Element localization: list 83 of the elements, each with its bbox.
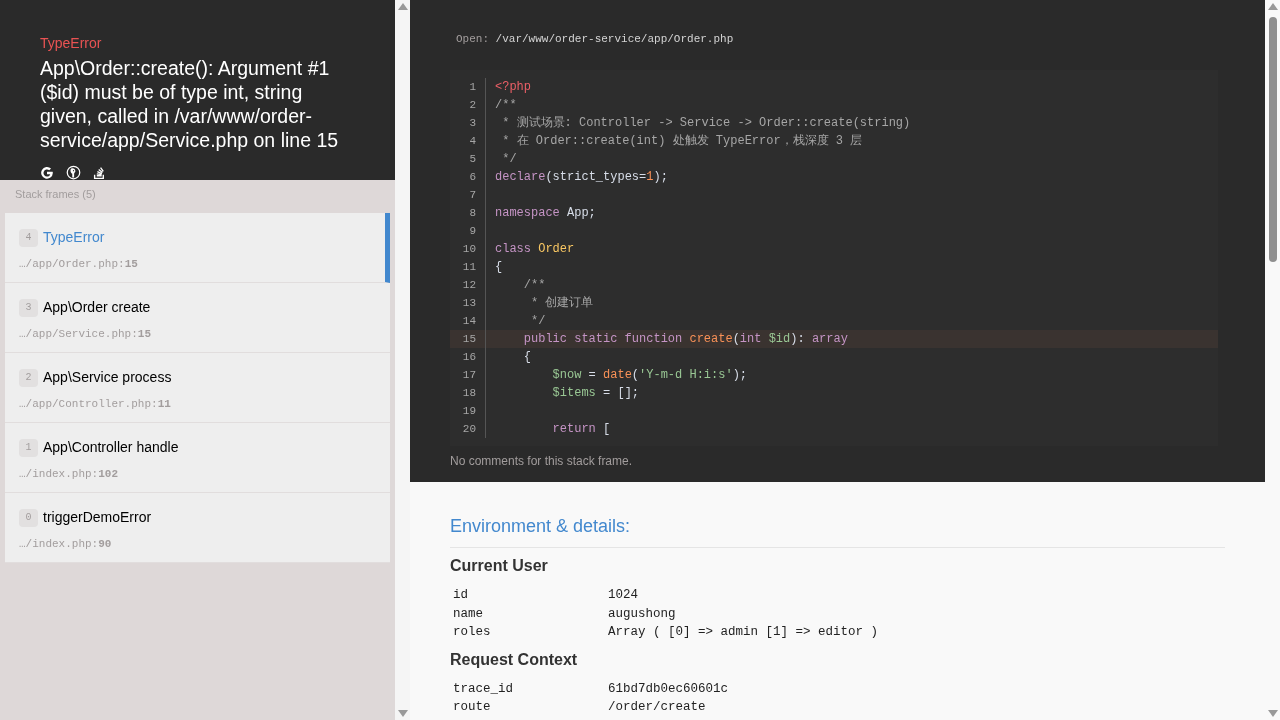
detail-key: roles — [453, 623, 608, 642]
detail-key: trace_id — [453, 679, 608, 698]
up-arrow-icon[interactable] — [1267, 3, 1278, 10]
frame-comments: No comments for this stack frame. — [450, 453, 634, 470]
up-arrow-icon[interactable] — [397, 3, 408, 10]
frame-title: App\Controller handle — [43, 438, 179, 457]
frame-file: …/index.php:102 — [19, 467, 120, 482]
frame-index: 1 — [19, 438, 38, 457]
frame-index: 2 — [19, 368, 38, 387]
detail-key: name — [453, 604, 608, 623]
detail-key: route — [453, 698, 608, 717]
code-line: public static function create(int $id): array — [522, 331, 848, 348]
line-number: 9 — [450, 222, 486, 240]
detail-key: id — [453, 586, 608, 605]
section-heading: Current User — [450, 556, 549, 576]
frame-file: …/app/Order.php:15 — [19, 257, 139, 272]
line-number: 20 — [450, 420, 486, 438]
line-number: 4 — [450, 132, 486, 150]
line-number: 16 — [450, 348, 486, 366]
frame-title: triggerDemoError — [43, 508, 152, 527]
stack-frame[interactable]: 3 App\Order create …/app/Service.php:15 — [5, 283, 390, 353]
frame-title: App\Order create — [43, 298, 151, 317]
detail-value: Array ( [0] => admin [1] => editor ) — [608, 624, 879, 641]
code-line: * 测试场景: Controller -> Service -> Order::create(string) — [501, 115, 911, 132]
line-number: 6 — [450, 168, 486, 186]
code-line: namespace App; — [494, 205, 596, 222]
code-line: return [ — [551, 421, 611, 438]
down-arrow-icon[interactable] — [397, 710, 408, 717]
line-number: 2 — [450, 96, 486, 114]
code-line: * 创建订单 — [530, 295, 594, 312]
stack-frame[interactable]: 1 App\Controller handle …/index.php:102 — [5, 423, 390, 493]
detail-value: augushong — [608, 605, 676, 623]
frame-index: 0 — [19, 508, 38, 527]
file-path[interactable]: Open: /var/www/order-service/app/Order.php — [450, 31, 1225, 47]
line-number: 8 — [450, 204, 486, 222]
stack-frame[interactable]: 0 triggerDemoError …/index.php:90 — [5, 493, 390, 563]
frame-index: 4 — [19, 228, 38, 247]
line-number: 18 — [450, 384, 486, 402]
code-line: $now = date('Y-m-d H:i:s'); — [551, 367, 748, 384]
code-line: */ — [530, 313, 546, 330]
code-line: declare(strict_types=1); — [494, 169, 668, 186]
line-number: 17 — [450, 366, 486, 384]
code-line: <?php — [494, 79, 531, 96]
details-heading: Environment & details: — [450, 516, 1225, 548]
detail-value: 1024 — [608, 587, 638, 604]
line-number: 1 — [450, 78, 486, 96]
frame-file: …/index.php:90 — [19, 537, 113, 552]
code-line: /** — [494, 97, 517, 114]
line-number: 7 — [450, 186, 486, 204]
error-message: App\Order::create(): Argument #1 ($id) must be of type int, string given, called in /var/www/order-service/app/Service.php on line 15 — [40, 56, 340, 152]
line-number: 5 — [450, 150, 486, 168]
frame-file: …/app/Controller.php:11 — [19, 397, 172, 412]
scrollbar-thumb[interactable] — [1268, 17, 1277, 262]
line-number: 12 — [450, 276, 486, 294]
line-number: 19 — [450, 402, 486, 420]
scrollbar[interactable] — [395, 0, 410, 720]
stack-icon[interactable] — [93, 165, 106, 180]
line-number: 13 — [450, 294, 486, 312]
detail-value: /order/create — [608, 699, 706, 716]
scrollbar[interactable] — [1265, 0, 1280, 720]
google-search-icon[interactable] — [40, 165, 54, 180]
error-type: TypeError — [40, 34, 103, 52]
stack-frames-heading: Stack frames (5) — [14, 186, 97, 202]
line-number: 10 — [450, 240, 486, 258]
stack-frame[interactable]: 2 App\Service process …/app/Controller.php:11 — [5, 353, 390, 423]
frame-title: App\Service process — [43, 368, 172, 387]
code-line: * 在 Order::create(int) 处触发 TypeError，栈深度 3 层 — [501, 133, 863, 150]
code-line: { — [494, 259, 503, 276]
line-number: 15 — [450, 330, 486, 348]
down-arrow-icon[interactable] — [1267, 710, 1278, 717]
line-number: 11 — [450, 258, 486, 276]
code-line: /** — [522, 277, 546, 294]
code-line: */ — [501, 151, 517, 168]
frame-title: TypeError — [43, 228, 105, 247]
code-line: class Order — [494, 241, 575, 258]
frame-file: …/app/Service.php:15 — [19, 327, 153, 342]
code-line: { — [522, 349, 531, 366]
section-heading: Request Context — [450, 649, 579, 670]
duck-icon[interactable] — [66, 165, 81, 180]
code-line: $items = []; — [551, 385, 640, 402]
line-number: 3 — [450, 114, 486, 132]
frame-index: 3 — [19, 298, 38, 317]
detail-value: 61bd7db0ec60601c — [608, 680, 729, 698]
